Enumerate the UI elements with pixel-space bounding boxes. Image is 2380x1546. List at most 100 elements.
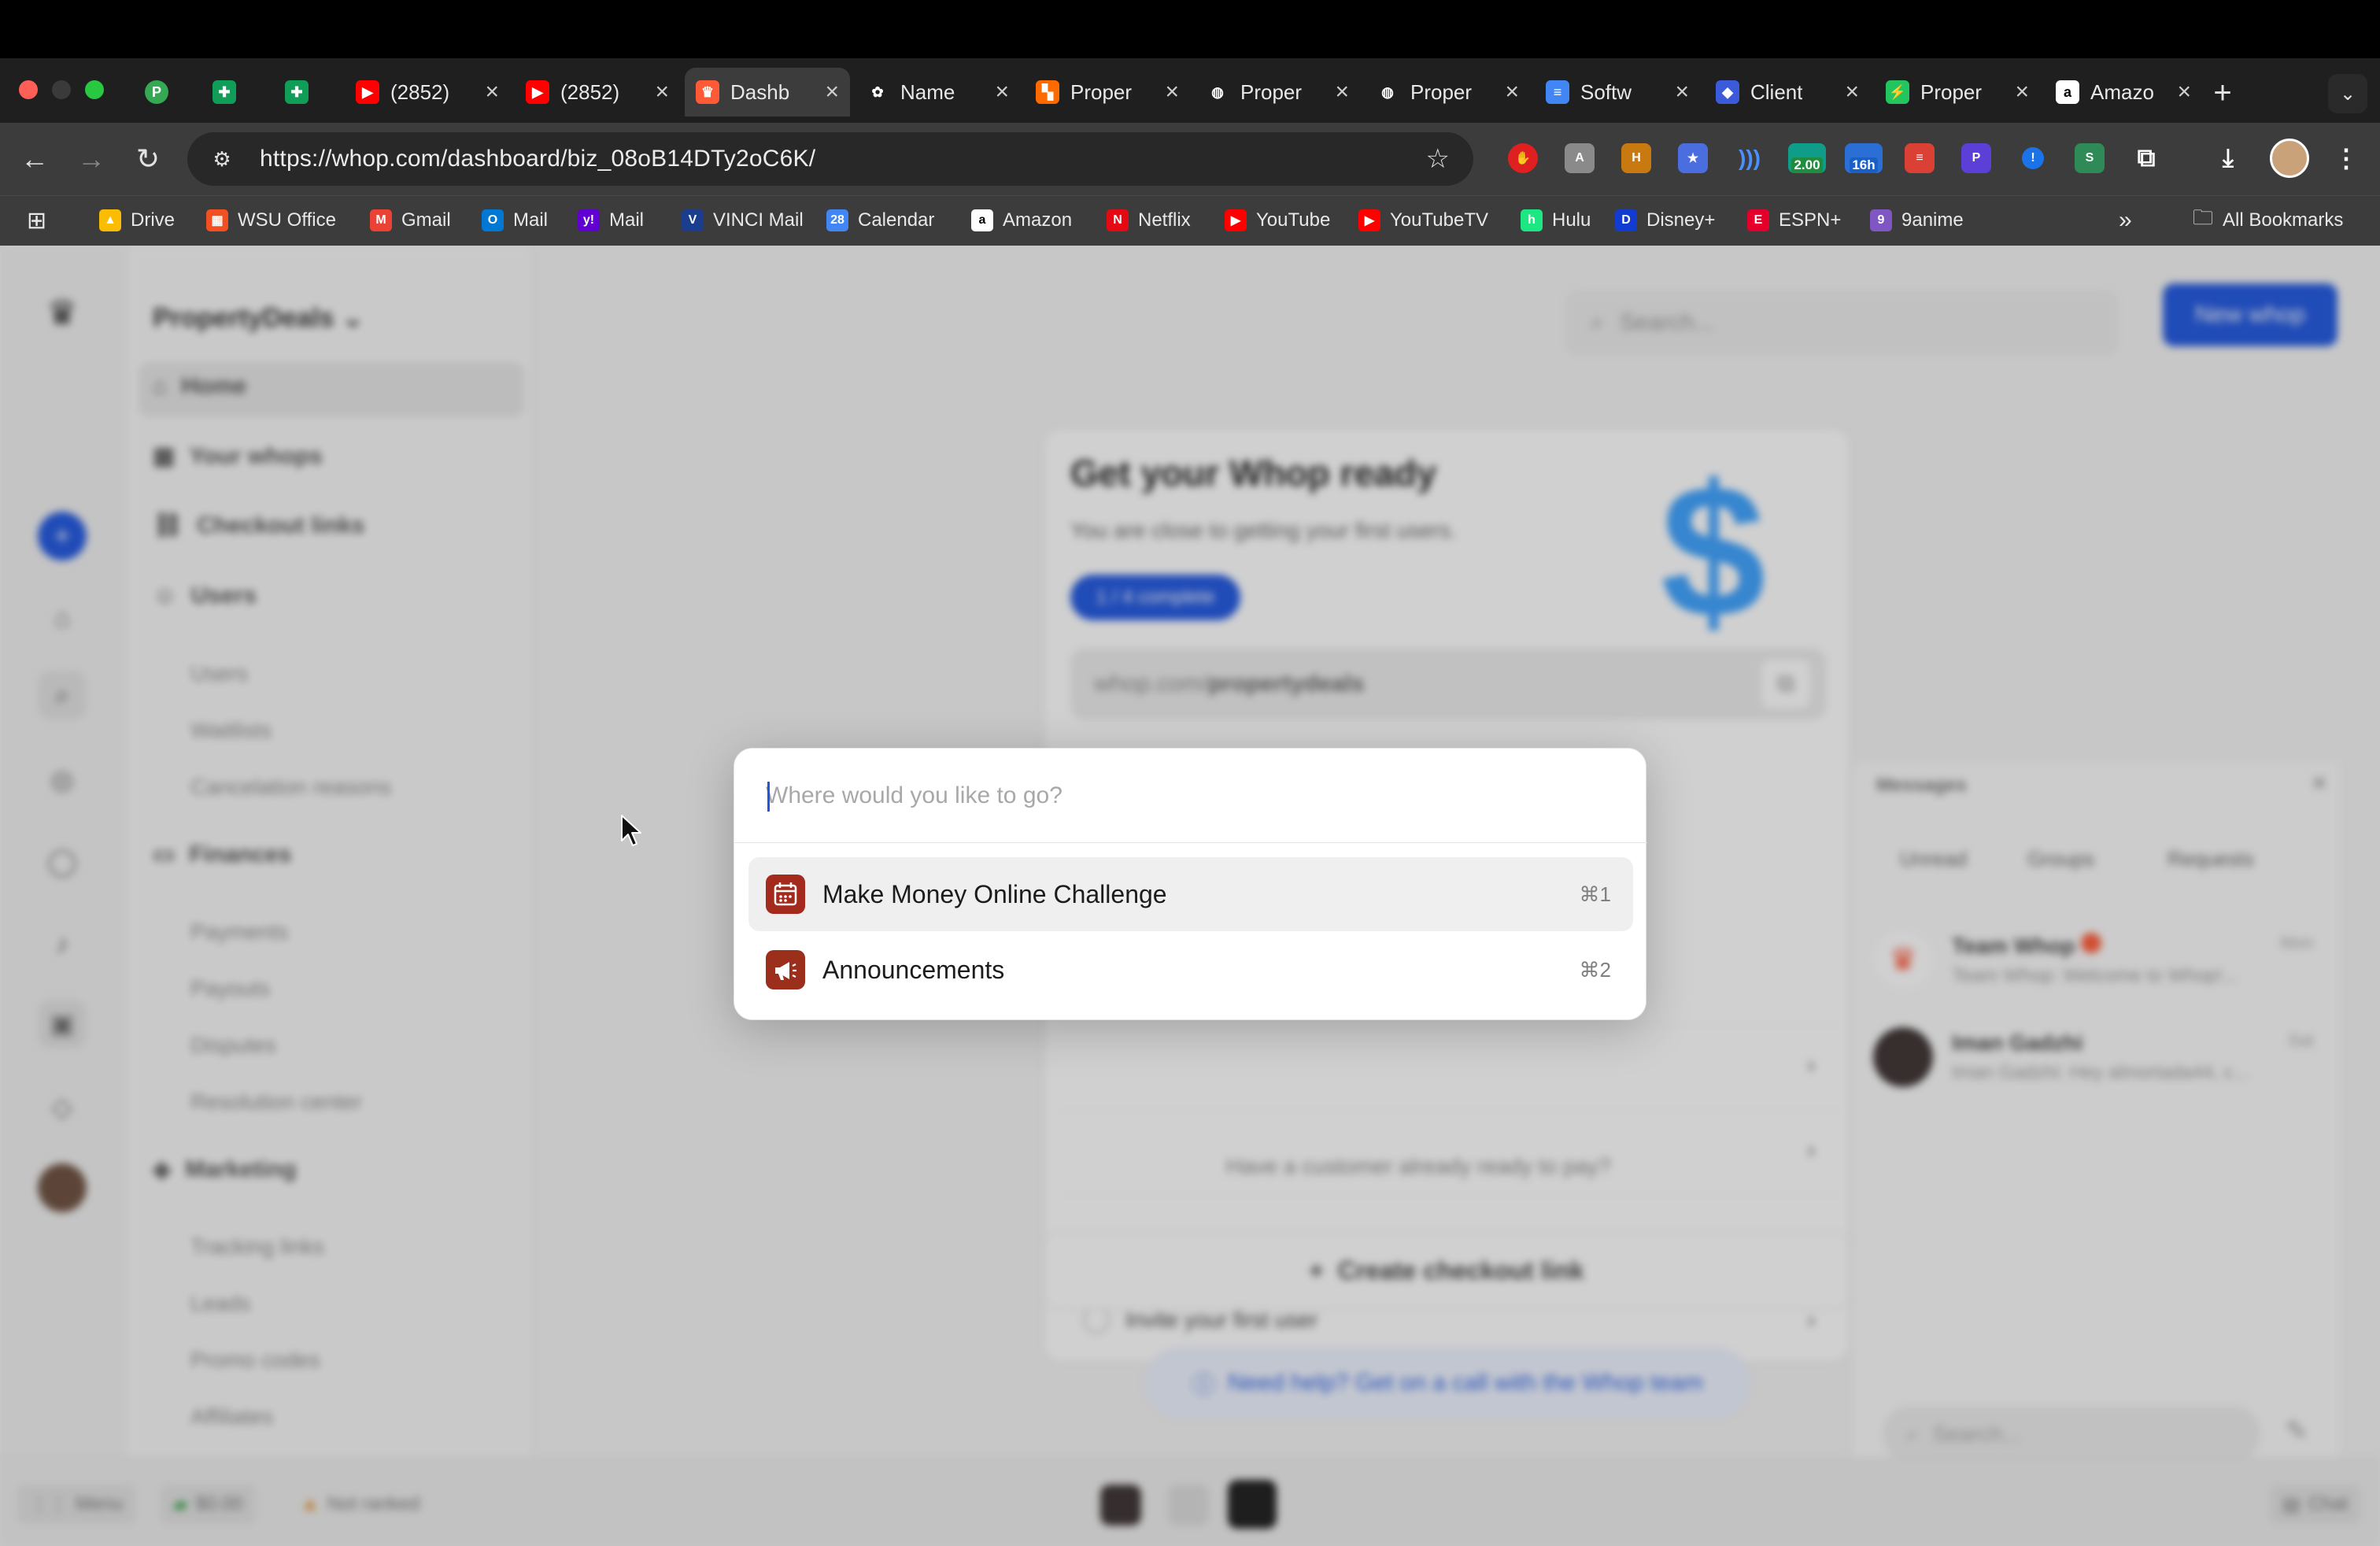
reload-icon[interactable]: ↻ bbox=[131, 142, 165, 176]
apps-grid-icon[interactable]: ⊞ bbox=[27, 206, 46, 235]
close-tab-icon[interactable]: × bbox=[995, 79, 1009, 105]
amazon-icon: a bbox=[971, 209, 993, 231]
tab-11[interactable]: ◆ Client × bbox=[1705, 68, 1870, 117]
amazon-icon: a bbox=[2056, 80, 2079, 104]
tab-10[interactable]: ≡ Softw × bbox=[1535, 68, 1700, 117]
extension-icon[interactable]: ★ bbox=[1678, 143, 1708, 173]
extension-badge-icon[interactable]: 2.00 bbox=[1788, 143, 1826, 173]
todoist-extension-icon[interactable]: ≡ bbox=[1905, 143, 1935, 173]
bookmark-13[interactable]: E ESPN+ bbox=[1747, 206, 1841, 235]
globe-icon: ◍ bbox=[1376, 80, 1399, 104]
tab-search-button[interactable]: ⌄ bbox=[2328, 74, 2367, 113]
sheets-icon: ✚ bbox=[213, 80, 236, 104]
gmail-icon: M bbox=[370, 209, 392, 231]
tab-6[interactable]: ✿ Name × bbox=[855, 68, 1020, 117]
tab-13[interactable]: a Amazo × bbox=[2045, 68, 2202, 117]
close-tab-icon[interactable]: × bbox=[2177, 79, 2191, 105]
calendar-icon bbox=[766, 875, 805, 914]
whop-icon: ♛ bbox=[696, 80, 719, 104]
palette-item-announcements[interactable]: Announcements ⌘2 bbox=[748, 933, 1633, 1007]
bookmark-5[interactable]: V VINCI Mail bbox=[682, 206, 804, 235]
all-bookmarks[interactable]: 🗀 All Bookmarks bbox=[2193, 205, 2343, 235]
tab-4[interactable]: ▶ (2852) × bbox=[515, 68, 680, 117]
bookmark-3[interactable]: O Mail bbox=[482, 206, 548, 235]
profile-avatar[interactable] bbox=[2270, 139, 2309, 178]
back-icon[interactable]: ← bbox=[17, 142, 52, 176]
bookmark-10[interactable]: ▶ YouTubeTV bbox=[1358, 206, 1488, 235]
forward-icon[interactable]: → bbox=[74, 142, 109, 176]
tab-0[interactable]: P× bbox=[134, 68, 197, 117]
close-tab-icon[interactable]: × bbox=[655, 79, 669, 105]
tab-title: Softw bbox=[1580, 80, 1632, 104]
youtube-icon: ▶ bbox=[356, 80, 379, 104]
close-tab-icon[interactable]: × bbox=[485, 79, 499, 105]
palette-item-shortcut: ⌘1 bbox=[1579, 882, 1611, 906]
close-tab-icon[interactable]: × bbox=[1165, 79, 1179, 105]
tab-7[interactable]: ▚ Proper × bbox=[1025, 68, 1190, 117]
bookmark-9[interactable]: ▶ YouTube bbox=[1225, 206, 1330, 235]
calendar-icon: 28 bbox=[826, 209, 848, 231]
bookmark-label: Disney+ bbox=[1646, 209, 1716, 231]
download-icon[interactable]: ⤓ bbox=[2213, 143, 2243, 173]
sheets-icon: ✚ bbox=[285, 80, 309, 104]
extensions-puzzle-icon[interactable]: ⧉ bbox=[2131, 143, 2161, 173]
url-text[interactable]: https://whop.com/dashboard/biz_08oB14DTy… bbox=[260, 146, 815, 172]
tab-8[interactable]: ◍ Proper × bbox=[1195, 68, 1360, 117]
bookmark-11[interactable]: h Hulu bbox=[1521, 206, 1591, 235]
close-tab-icon[interactable]: × bbox=[1675, 79, 1689, 105]
extension-icon[interactable]: ))) bbox=[1735, 143, 1765, 173]
bookmark-2[interactable]: M Gmail bbox=[370, 206, 451, 235]
palette-item-label: Announcements bbox=[822, 955, 1005, 984]
tab-5[interactable]: ♛ Dashb × bbox=[685, 68, 850, 117]
new-tab-button[interactable]: + bbox=[2204, 74, 2241, 112]
tab-1[interactable]: ✚× bbox=[201, 68, 269, 117]
tab-9[interactable]: ◍ Proper × bbox=[1365, 68, 1530, 117]
close-tab-icon[interactable]: × bbox=[1845, 79, 1859, 105]
chrome-menu-icon[interactable]: ⋮ bbox=[2331, 143, 2361, 173]
maximize-window-button[interactable] bbox=[85, 80, 104, 99]
folder-icon: 🗀 bbox=[2193, 205, 2214, 229]
tab-3[interactable]: ▶ (2852) × bbox=[345, 68, 510, 117]
bookmark-4[interactable]: y! Mail bbox=[578, 206, 644, 235]
bookmark-star-icon[interactable]: ☆ bbox=[1426, 143, 1450, 175]
bookmark-8[interactable]: N Netflix bbox=[1107, 206, 1191, 235]
tab-title: Proper bbox=[1070, 80, 1133, 104]
extension-icon[interactable]: H bbox=[1621, 143, 1651, 173]
bookmark-label: Gmail bbox=[401, 209, 451, 231]
tab-title: Proper bbox=[1410, 80, 1473, 104]
extension-icon[interactable]: ! bbox=[2018, 143, 2048, 173]
bookmark-7[interactable]: a Amazon bbox=[971, 206, 1072, 235]
bookmark-label: Calendar bbox=[858, 209, 935, 231]
extension-badge-icon[interactable]: 16h bbox=[1845, 143, 1883, 173]
palette-search-input[interactable] bbox=[734, 749, 1647, 843]
bookmark-1[interactable]: ▦ WSU Office bbox=[206, 206, 336, 235]
site-info-icon[interactable]: ⚙ bbox=[208, 145, 236, 173]
minimize-window-button[interactable] bbox=[52, 80, 71, 99]
close-window-button[interactable] bbox=[19, 80, 38, 99]
close-tab-icon[interactable]: × bbox=[1335, 79, 1349, 105]
close-tab-icon[interactable]: × bbox=[2015, 79, 2029, 105]
bookmark-14[interactable]: 9 9anime bbox=[1870, 206, 1964, 235]
bookmark-0[interactable]: ▲ Drive bbox=[99, 206, 175, 235]
bookmark-label: VINCI Mail bbox=[713, 209, 804, 231]
bookmark-label: Amazon bbox=[1003, 209, 1073, 231]
tab-2[interactable]: ✚× bbox=[274, 68, 342, 117]
more-bookmarks-icon[interactable]: » bbox=[2119, 206, 2132, 235]
extension-icon[interactable]: A bbox=[1565, 143, 1595, 173]
address-bar[interactable]: ⚙ https://whop.com/dashboard/biz_08oB14D… bbox=[187, 132, 1473, 186]
shield-icon: ◆ bbox=[1716, 80, 1739, 104]
youtube-icon: ▶ bbox=[1225, 209, 1247, 231]
close-tab-icon[interactable]: × bbox=[1505, 79, 1519, 105]
bookmark-label: Drive bbox=[131, 209, 176, 231]
extension-icon[interactable]: S bbox=[2075, 143, 2105, 173]
netflix-icon: N bbox=[1107, 209, 1129, 231]
adblock-extension-icon[interactable]: ✋ bbox=[1508, 143, 1538, 173]
extension-icon[interactable]: P bbox=[1961, 143, 1991, 173]
bookmark-6[interactable]: 28 Calendar bbox=[826, 206, 934, 235]
tab-12[interactable]: ⚡ Proper × bbox=[1875, 68, 2040, 117]
anime-icon: 9 bbox=[1870, 209, 1892, 231]
palette-item-make-money-online-challenge[interactable]: Make Money Online Challenge ⌘1 bbox=[748, 857, 1633, 931]
outlook-icon: O bbox=[482, 209, 504, 231]
bookmark-12[interactable]: D Disney+ bbox=[1615, 206, 1715, 235]
close-tab-icon[interactable]: × bbox=[825, 79, 839, 105]
